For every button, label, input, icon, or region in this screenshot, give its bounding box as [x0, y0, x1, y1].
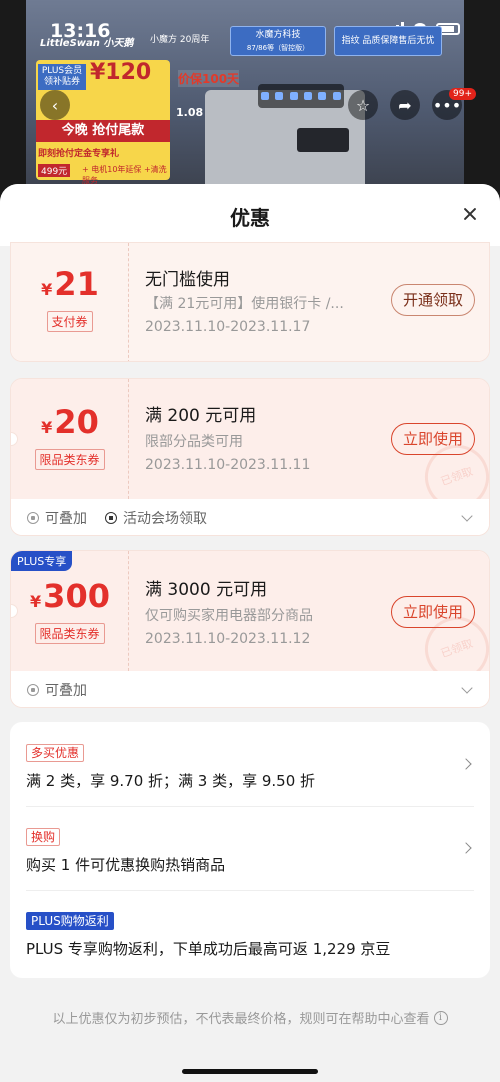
activate-claim-button[interactable]: 开通领取: [390, 284, 475, 316]
banner-edge-left: [0, 0, 26, 200]
promo-note: 即刻抢付定金专享礼: [38, 149, 120, 159]
coupon-body: ¥21 支付券 无门槛使用 【满 21元可用】使用银行卡 /... 2023.1…: [11, 243, 489, 361]
favorite-button[interactable]: ☆: [348, 90, 378, 120]
stackable-info: 可叠加: [27, 508, 87, 528]
coupon-subtitle: 限部分品类可用: [145, 434, 243, 450]
coupon-title: 无门槛使用: [145, 270, 230, 290]
promo-gift: + 电机10年延保 +清洗服务: [82, 165, 167, 185]
promo-plus-label: PLUS会员 领补贴券: [38, 64, 86, 90]
promo-tag: 换购: [26, 828, 61, 846]
stackable-label: 可叠加: [45, 511, 87, 527]
promo-price: 499元: [38, 164, 71, 177]
coupon-footer[interactable]: 可叠加 活动会场领取: [11, 499, 489, 535]
banner-tag-tech: 水魔方科技 87/86等（智控版）: [230, 26, 326, 56]
close-icon[interactable]: [462, 206, 478, 222]
sheet-title: 优惠: [230, 206, 270, 230]
coupon-type-badge: 限品类东券: [34, 623, 105, 644]
coupon-amount: ¥300: [11, 577, 129, 615]
stackable-icon: [27, 512, 39, 524]
disclaimer: 以上优惠仅为初步预估，不代表最终价格，规则可在帮助中心查看 i: [0, 1008, 500, 1027]
coupon-date: 2023.11.10-2023.11.11: [145, 457, 311, 473]
banner-tag-tech-label: 水魔方科技: [255, 30, 301, 40]
promo-tag: 多买优惠: [26, 744, 85, 762]
star-icon: ☆: [355, 95, 371, 115]
promo-row-plus-rebate: PLUS购物返利 PLUS 专享购物返利，下单成功后最高可返 1,229 京豆: [26, 910, 474, 959]
promo-row-multibuy[interactable]: 多买优惠 满 2 类，享 9.70 折；满 3 类，享 9.50 折: [26, 742, 474, 791]
coupon-date: 2023.11.10-2023.11.12: [145, 631, 311, 647]
promo-text: PLUS 专享购物返利，下单成功后最高可返 1,229 京豆: [26, 940, 391, 958]
promo-band: 今晚 抢付尾款: [36, 120, 170, 142]
price-protection: 价保100天: [178, 70, 240, 87]
promo-tag: PLUS购物返利: [26, 912, 114, 930]
sheet-header: 优惠: [0, 184, 500, 246]
share-button[interactable]: ➦: [390, 90, 420, 120]
promo-row-tradein[interactable]: 换购 购买 1 件可优惠换购热销商品: [26, 826, 474, 875]
coupon-body: ¥20 限品类东券 满 200 元可用 限部分品类可用 2023.11.10-2…: [11, 379, 489, 519]
coupon-card-payment: ¥21 支付券 无门槛使用 【满 21元可用】使用银行卡 /... 2023.1…: [10, 242, 490, 362]
amount-value: 21: [54, 265, 99, 303]
coupon-title: 满 200 元可用: [145, 406, 257, 426]
coupon-subtitle: 仅可购买家用电器部分商品: [145, 608, 313, 624]
coupon-card-200: ¥20 限品类东券 满 200 元可用 限部分品类可用 2023.11.10-2…: [10, 378, 490, 536]
coupon-card-3000: PLUS专享 ¥300 限品类东券 满 3000 元可用 仅可购买家用电器部分商…: [10, 550, 490, 708]
amount-value: 300: [43, 577, 110, 615]
info-icon[interactable]: i: [433, 1010, 448, 1025]
disclaimer-text: 以上优惠仅为初步预估，不代表最终价格，规则可在帮助中心查看: [52, 1012, 430, 1027]
brand-anniversary: 小魔方 20周年: [150, 35, 210, 45]
promo-amount: ¥120: [90, 60, 152, 85]
coupon-amount: ¥21: [11, 265, 129, 303]
venue-claim-info: 活动会场领取: [105, 508, 207, 528]
coupon-left: ¥20 限品类东券: [11, 379, 129, 499]
divider: [26, 890, 474, 891]
stackable-icon: [27, 684, 39, 696]
coupon-subtitle: 【满 21元可用】使用银行卡 /...: [145, 296, 344, 312]
banner-edge-right: [464, 0, 500, 200]
coupon-footer[interactable]: 可叠加: [11, 671, 489, 707]
discount-sheet: 优惠 ¥21 支付券 无门槛使用 【满 21元可用】使用银行卡 /... 202…: [0, 184, 500, 1082]
currency-symbol: ¥: [30, 592, 42, 611]
back-button[interactable]: ‹: [40, 90, 70, 120]
divider: [26, 806, 474, 807]
banner-tag-quality: 指纹 品质保障售后无忧: [334, 26, 442, 56]
promotions-card: 多买优惠 满 2 类，享 9.70 折；满 3 类，享 9.50 折 换购 购买…: [10, 722, 490, 978]
product-banner: 13:16 LittleSwan 小天鹅 小魔方 20周年 水魔方科技 87/8…: [0, 0, 500, 200]
stackable-label: 可叠加: [45, 683, 87, 699]
coupon-title: 满 3000 元可用: [145, 580, 268, 600]
coupon-type-badge: 限品类东券: [34, 449, 105, 470]
home-indicator: [182, 1069, 318, 1074]
stackable-info: 可叠加: [27, 680, 87, 700]
promo-text: 满 2 类，享 9.70 折；满 3 类，享 9.50 折: [26, 772, 316, 790]
amount-value: 20: [54, 403, 99, 441]
chevron-down-icon[interactable]: [461, 682, 473, 694]
chevron-left-icon: ‹: [51, 95, 59, 115]
plus-exclusive-tag: PLUS专享: [11, 551, 73, 571]
coupon-date: 2023.11.10-2023.11.17: [145, 319, 311, 335]
feature-icons: [258, 84, 344, 108]
machine-display: [297, 128, 349, 152]
venue-icon: [105, 512, 117, 524]
notification-badge: 99+: [449, 88, 476, 100]
currency-symbol: ¥: [41, 280, 53, 299]
coupon-type-badge: 支付券: [46, 311, 93, 332]
coupon-amount: ¥20: [11, 403, 129, 441]
currency-symbol: ¥: [41, 418, 53, 437]
promo-poster: PLUS会员 领补贴券 ¥120 今晚 抢付尾款 即刻抢付定金专享礼 499元 …: [36, 60, 170, 185]
promo-text: 购买 1 件可优惠换购热销商品: [26, 856, 226, 874]
brand-logo: LittleSwan 小天鹅: [40, 38, 134, 49]
coupon-left: ¥21 支付券: [11, 243, 129, 361]
chevron-down-icon[interactable]: [461, 510, 473, 522]
share-icon: ➦: [398, 95, 412, 115]
banner-tag-tech-sub: 87/86等（智控版）: [246, 44, 310, 52]
coupon-body: ¥300 限品类东券 满 3000 元可用 仅可购买家用电器部分商品 2023.…: [11, 551, 489, 691]
venue-claim-label: 活动会场领取: [123, 511, 207, 527]
